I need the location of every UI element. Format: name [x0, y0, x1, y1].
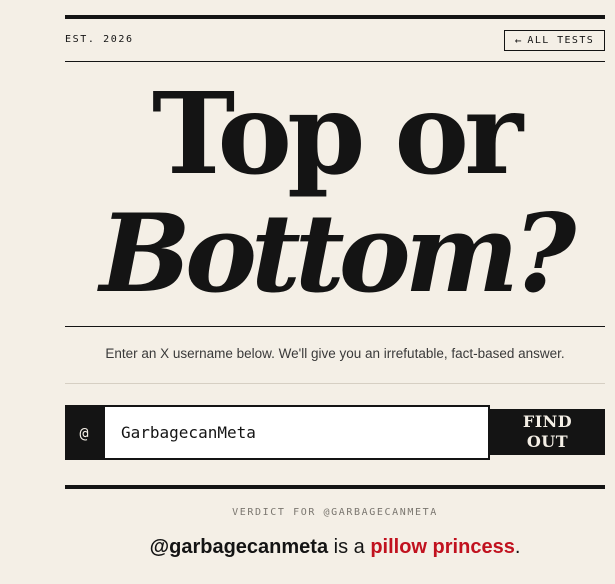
find-out-label-line2: OUT: [526, 432, 569, 451]
all-tests-button[interactable]: ← ALL TESTS: [504, 30, 605, 51]
verdict-punctuation: .: [514, 536, 521, 558]
find-out-button[interactable]: FIND OUT: [490, 409, 605, 455]
verdict-result: pillow princess: [370, 536, 515, 558]
verdict-connector: is a: [328, 536, 371, 558]
at-prefix: @: [65, 405, 103, 460]
subtitle-divider: [65, 383, 605, 384]
page-title-line1: Top or: [151, 69, 523, 200]
verdict-handle: @garbagecanmeta: [149, 536, 329, 558]
page-title-line2: Bottom?: [99, 191, 577, 317]
find-out-label-line1: FIND: [522, 412, 573, 431]
username-form: @ FIND OUT: [65, 405, 605, 460]
est-label: EST. 2026: [65, 34, 134, 45]
title-divider: [65, 326, 605, 327]
username-input[interactable]: [103, 405, 490, 460]
verdict-text: @garbagecanmeta is a pillow princess.: [65, 536, 605, 559]
verdict-label: VERDICT FOR @GARBAGECANMETA: [232, 507, 438, 518]
top-rule-divider: [65, 15, 605, 19]
all-tests-label: ALL TESTS: [527, 35, 595, 46]
result-divider: [65, 485, 605, 489]
page-container: EST. 2026 ← ALL TESTS Top or Bottom? Ent…: [65, 0, 605, 584]
header-divider: [65, 61, 605, 62]
left-arrow-icon: ←: [514, 34, 522, 47]
page-subtitle: Enter an X username below. We'll give yo…: [105, 346, 565, 361]
